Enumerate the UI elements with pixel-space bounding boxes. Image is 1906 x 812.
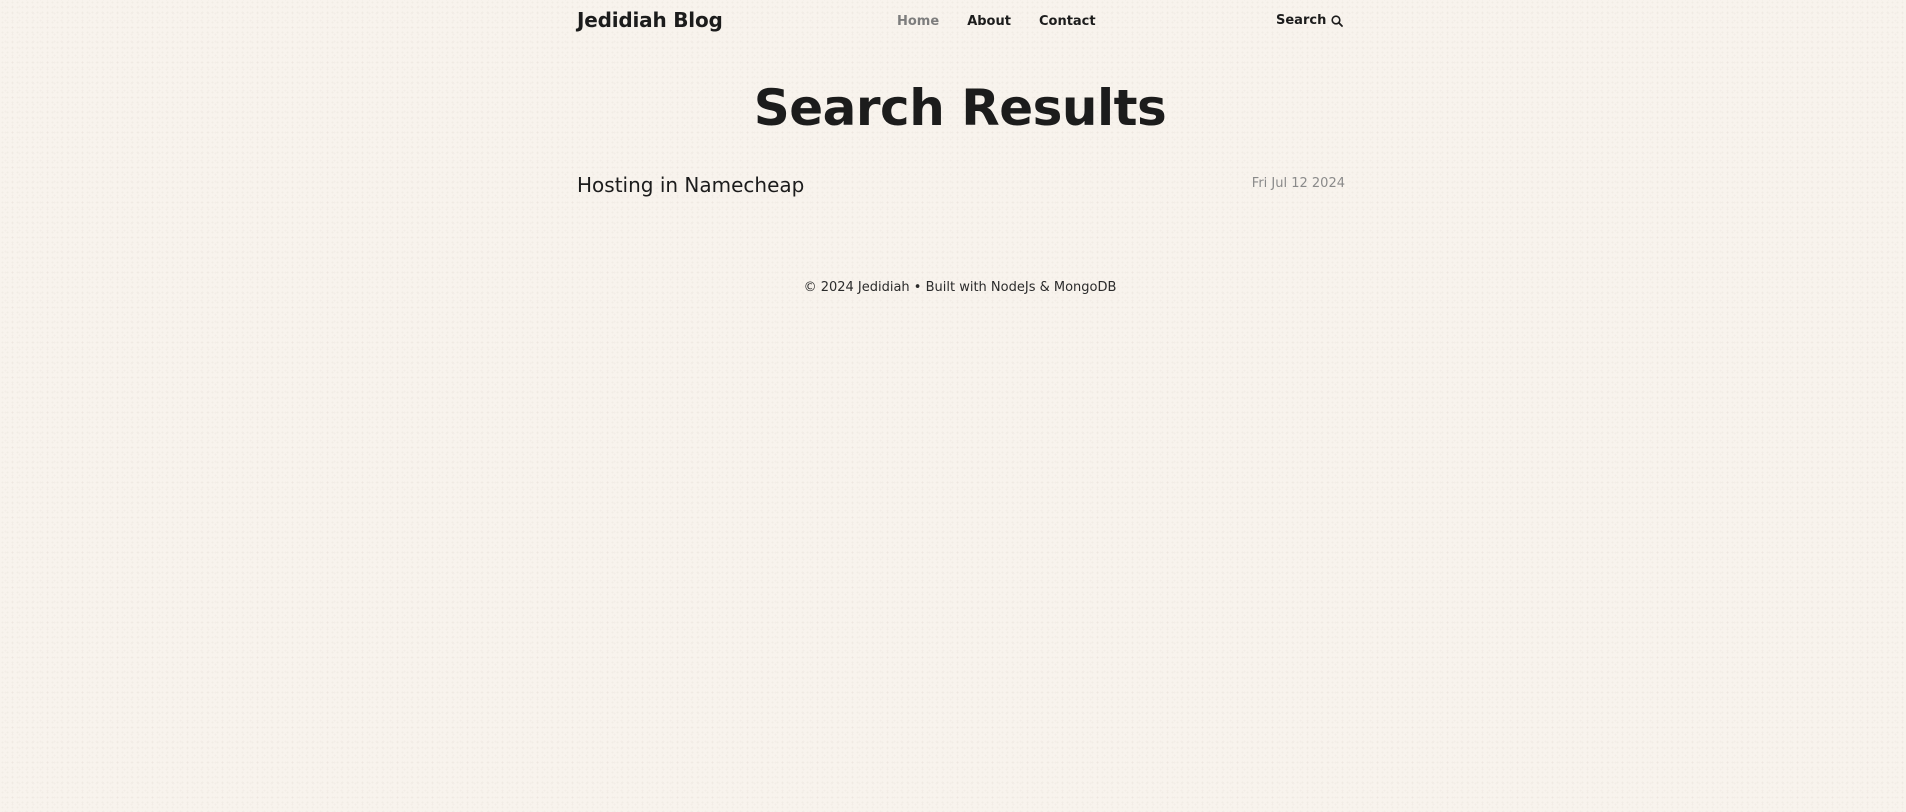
- site-footer: © 2024 Jedidiah • Built with NodeJs & Mo…: [803, 280, 1117, 295]
- list-item: Hosting in Namecheap Fri Jul 12 2024: [577, 170, 1345, 200]
- site-header: Jedidiah Blog Home About Contact Search: [577, 0, 1345, 44]
- search-icon: [1331, 14, 1344, 27]
- nav-home-link[interactable]: Home: [897, 14, 939, 29]
- main-nav: Home About Contact: [897, 14, 1096, 29]
- search-results-list: Hosting in Namecheap Fri Jul 12 2024: [577, 170, 1345, 200]
- search-button-label: Search: [1276, 13, 1327, 28]
- page-title: Search Results: [753, 79, 1167, 137]
- search-button[interactable]: Search: [1276, 13, 1344, 28]
- result-title-link[interactable]: Hosting in Namecheap: [577, 173, 804, 197]
- nav-contact-link[interactable]: Contact: [1039, 14, 1096, 29]
- site-logo[interactable]: Jedidiah Blog: [577, 8, 723, 32]
- result-date: Fri Jul 12 2024: [1251, 176, 1345, 191]
- nav-about-link[interactable]: About: [967, 14, 1011, 29]
